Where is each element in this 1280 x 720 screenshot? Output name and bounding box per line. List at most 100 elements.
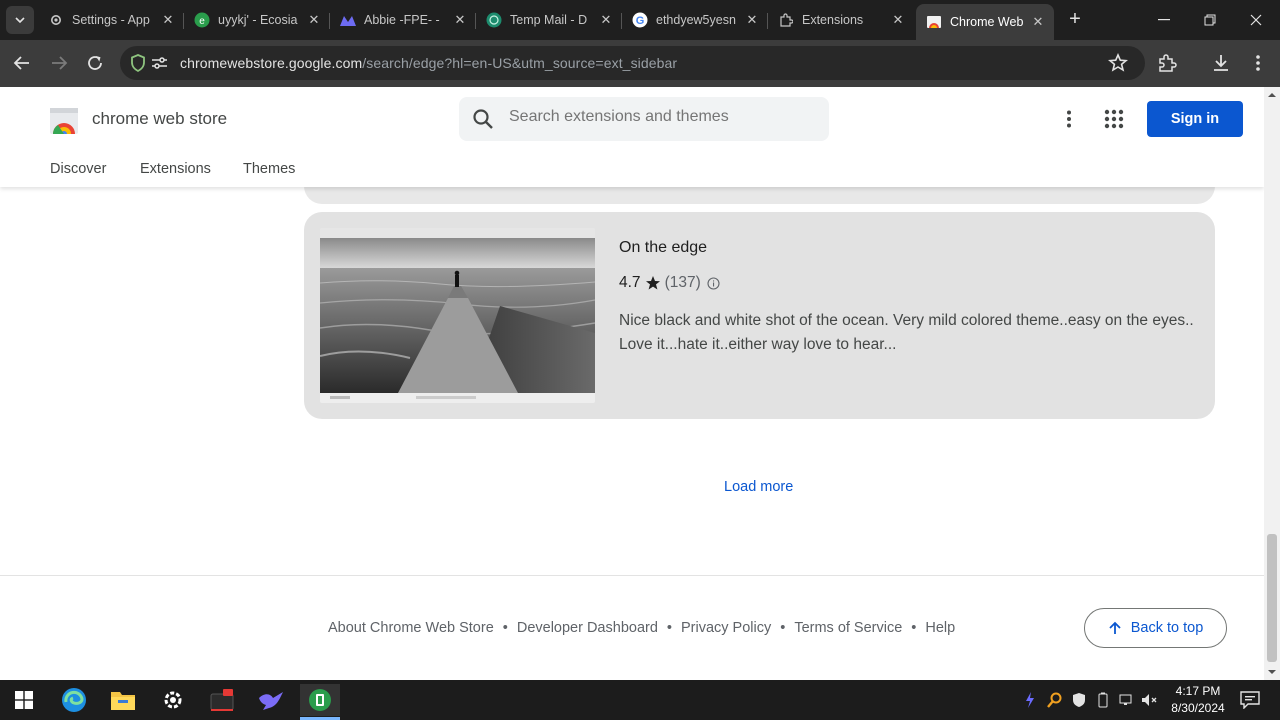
windows-logo-icon — [15, 691, 33, 709]
volume-muted-icon[interactable] — [1140, 690, 1160, 710]
taskbar-ecosia[interactable] — [300, 684, 340, 716]
puzzle-icon — [778, 12, 794, 28]
sign-in-button[interactable]: Sign in — [1147, 101, 1243, 137]
close-icon[interactable]: ✕ — [596, 12, 616, 28]
close-icon[interactable]: ✕ — [1028, 14, 1048, 30]
new-tab-button[interactable]: + — [1064, 8, 1086, 32]
tab-temp-mail[interactable]: Temp Mail - D ✕ — [476, 4, 622, 36]
footer-link-privacy-policy[interactable]: Privacy Policy — [681, 620, 771, 636]
maximize-button[interactable] — [1187, 0, 1233, 40]
footer-links: About Chrome Web Store • Developer Dashbo… — [328, 620, 955, 636]
shield-icon[interactable] — [130, 54, 146, 77]
separator-dot: • — [666, 620, 672, 636]
tab-chrome-web-store[interactable]: Chrome Web ✕ — [916, 4, 1054, 40]
taskbar-file-explorer[interactable] — [103, 684, 143, 716]
page-scrollbar[interactable] — [1264, 87, 1280, 680]
tab-google-search[interactable]: G ethdyew5yesn ✕ — [622, 4, 768, 36]
forward-button[interactable] — [46, 50, 72, 76]
taskbar-settings[interactable] — [153, 684, 193, 716]
result-description: Nice black and white shot of the ocean. … — [619, 312, 1194, 353]
url-host: chromewebstore.google.com — [180, 55, 363, 71]
close-icon[interactable]: ✕ — [450, 12, 470, 28]
close-icon[interactable]: ✕ — [304, 12, 324, 28]
svg-text:e: e — [199, 16, 205, 27]
close-window-button[interactable] — [1233, 0, 1279, 40]
battery-icon[interactable] — [1093, 690, 1113, 710]
back-to-top-label: Back to top — [1130, 620, 1204, 636]
chrome-web-store-logo-icon[interactable] — [50, 106, 78, 134]
info-icon[interactable] — [707, 276, 720, 290]
close-icon — [1250, 14, 1262, 26]
taskbar-edge[interactable] — [54, 684, 94, 716]
tab-abbie[interactable]: Abbie -FPE- - ✕ — [330, 4, 476, 36]
tab-title: Chrome Web — [950, 15, 1024, 29]
bookmark-button[interactable] — [1105, 50, 1131, 76]
taskbar-clock[interactable]: 4:17 PM 8/30/2024 — [1160, 683, 1236, 717]
close-icon[interactable]: ✕ — [888, 12, 908, 28]
start-button[interactable] — [4, 684, 44, 716]
arrow-right-icon — [52, 56, 68, 70]
svg-text:G: G — [636, 15, 645, 27]
ecosia-icon: e — [194, 12, 210, 28]
browser-menu-button[interactable] — [1245, 50, 1271, 76]
search-icon[interactable] — [472, 108, 494, 130]
scrollbar-thumb[interactable] — [1267, 534, 1277, 662]
tab-title: Settings - App — [72, 13, 150, 27]
search-input[interactable] — [509, 108, 809, 126]
notification-center-icon[interactable] — [1238, 690, 1262, 710]
tray-app-icon[interactable] — [1020, 690, 1040, 710]
tab-settings[interactable]: Settings - App ✕ — [38, 4, 184, 36]
tab-search-button[interactable] — [6, 6, 34, 34]
reload-button[interactable] — [82, 50, 108, 76]
minimize-icon — [1158, 19, 1170, 21]
separator-dot: • — [780, 620, 786, 636]
tab-title: uyykj' - Ecosia — [218, 13, 298, 27]
tab-title: ethdyew5yesn — [656, 13, 736, 27]
nav-discover[interactable]: Discover — [50, 161, 106, 177]
gear-icon — [164, 691, 182, 709]
tray-security-icon[interactable] — [1069, 690, 1089, 710]
back-button[interactable] — [9, 50, 35, 76]
extensions-button[interactable] — [1154, 50, 1180, 76]
store-header: chrome web store Sign in Discover Extens… — [0, 87, 1264, 187]
footer-link-help[interactable]: Help — [925, 620, 955, 636]
site-settings-icon[interactable] — [151, 55, 168, 76]
tab-extensions[interactable]: Extensions ✕ — [768, 4, 914, 36]
address-bar[interactable]: chromewebstore.google.com/search/edge?hl… — [120, 46, 1145, 80]
nav-themes[interactable]: Themes — [243, 161, 295, 177]
store-menu-button[interactable] — [1058, 107, 1080, 131]
network-icon[interactable] — [1117, 690, 1137, 710]
edge-icon — [62, 688, 86, 712]
load-more-link[interactable]: Load more — [724, 479, 793, 495]
taskbar-media-app[interactable] — [202, 684, 242, 716]
tab-ecosia[interactable]: e uyykj' - Ecosia ✕ — [184, 4, 330, 36]
taskbar-bird-app[interactable] — [251, 684, 291, 716]
store-brand-name[interactable]: chrome web store — [92, 109, 227, 129]
scroll-up-icon[interactable] — [1264, 89, 1280, 101]
footer-link-terms-of-service[interactable]: Terms of Service — [794, 620, 902, 636]
close-icon[interactable]: ✕ — [742, 12, 762, 28]
rating-value: 4.7 — [619, 274, 641, 291]
tab-strip: Settings - App ✕ e uyykj' - Ecosia ✕ Abb… — [0, 0, 1280, 40]
downloads-button[interactable] — [1208, 50, 1234, 76]
google-apps-icon[interactable] — [1102, 107, 1126, 131]
footer-link-about[interactable]: About Chrome Web Store — [328, 620, 494, 636]
search-box[interactable] — [459, 97, 829, 141]
result-card[interactable]: On the edge 4.7 (137) Nice black and whi… — [304, 212, 1215, 419]
ocean-pier-thumbnail-image — [320, 228, 595, 403]
result-title[interactable]: On the edge — [619, 239, 707, 257]
minimize-button[interactable] — [1141, 0, 1187, 40]
google-icon: G — [632, 12, 648, 28]
footer-link-developer-dashboard[interactable]: Developer Dashboard — [517, 620, 658, 636]
scroll-down-icon[interactable] — [1264, 666, 1280, 678]
back-to-top-button[interactable]: Back to top — [1084, 608, 1227, 648]
restore-icon — [1204, 14, 1216, 26]
abbie-icon — [340, 12, 356, 28]
web-page: chrome web store Sign in Discover Extens… — [0, 87, 1264, 680]
nav-extensions[interactable]: Extensions — [140, 161, 211, 177]
theme-thumbnail[interactable] — [320, 228, 595, 403]
bird-icon — [259, 692, 283, 710]
close-icon[interactable]: ✕ — [158, 12, 178, 28]
tray-search-icon[interactable] — [1045, 690, 1065, 710]
separator-dot: • — [911, 620, 917, 636]
